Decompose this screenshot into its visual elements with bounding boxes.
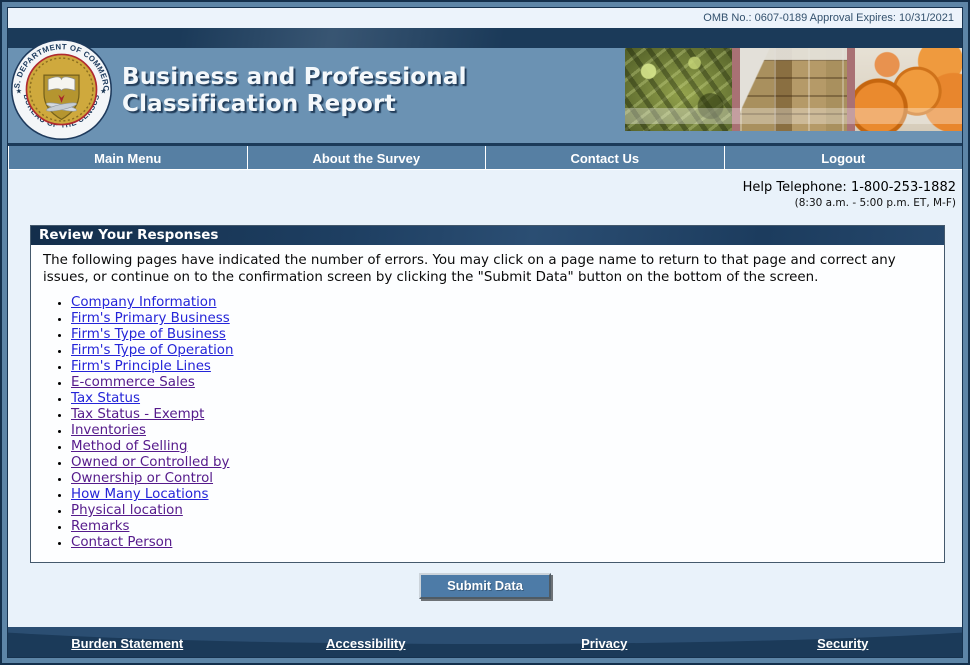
nav-item-logout[interactable]: Logout bbox=[724, 146, 963, 169]
footer-link-burden-statement[interactable]: Burden Statement bbox=[71, 636, 183, 651]
list-item: Tax Status - Exempt bbox=[71, 407, 934, 423]
list-item: Owned or Controlled by bbox=[71, 455, 934, 471]
link-how-many-locations[interactable]: How Many Locations bbox=[71, 487, 209, 502]
link-method-of-selling[interactable]: Method of Selling bbox=[71, 439, 188, 454]
list-item: Company Information bbox=[71, 295, 934, 311]
help-telephone: Help Telephone: 1-800-253-1882 (8:30 a.m… bbox=[8, 179, 956, 210]
svg-text:★: ★ bbox=[16, 87, 22, 96]
link-e-commerce-sales[interactable]: E-commerce Sales bbox=[71, 375, 195, 390]
footer-link-security[interactable]: Security bbox=[817, 636, 868, 651]
link-tax-status-exempt[interactable]: Tax Status - Exempt bbox=[71, 407, 204, 422]
link-company-information[interactable]: Company Information bbox=[71, 295, 216, 310]
omb-approval-text: OMB No.: 0607-0189 Approval Expires: 10/… bbox=[8, 8, 962, 28]
nav-item-label[interactable]: Logout bbox=[821, 151, 865, 166]
footer: Burden Statement Accessibility Privacy S… bbox=[8, 627, 962, 657]
list-item: How Many Locations bbox=[71, 487, 934, 503]
review-responses-panel: Review Your Responses The following page… bbox=[30, 225, 945, 563]
link-firms-type-of-business[interactable]: Firm's Type of Business bbox=[71, 327, 226, 342]
nav-item-label[interactable]: About the Survey bbox=[312, 151, 420, 166]
nav-item-about-the-survey[interactable]: About the Survey bbox=[247, 146, 486, 169]
list-item: Inventories bbox=[71, 423, 934, 439]
list-item: Remarks bbox=[71, 519, 934, 535]
submit-row: Submit Data bbox=[8, 573, 962, 599]
link-contact-person[interactable]: Contact Person bbox=[71, 535, 172, 550]
page: OMB No.: 0607-0189 Approval Expires: 10/… bbox=[0, 0, 970, 665]
link-owned-or-controlled-by[interactable]: Owned or Controlled by bbox=[71, 455, 229, 470]
footer-link-privacy[interactable]: Privacy bbox=[581, 636, 627, 651]
help-telephone-hours: (8:30 a.m. - 5:00 p.m. ET, M-F) bbox=[8, 196, 956, 210]
header-banner: U.S. DEPARTMENT OF COMMERCE BUREAU OF TH… bbox=[8, 48, 962, 143]
main-navigation: Main Menu About the Survey Contact Us Lo… bbox=[8, 146, 962, 170]
instructions-text: The following pages have indicated the n… bbox=[43, 253, 934, 286]
list-item: Method of Selling bbox=[71, 439, 934, 455]
nav-item-main-menu[interactable]: Main Menu bbox=[8, 146, 247, 169]
error-page-list: Company Information Firm's Primary Busin… bbox=[43, 295, 934, 551]
nav-item-contact-us[interactable]: Contact Us bbox=[485, 146, 724, 169]
content-area: Help Telephone: 1-800-253-1882 (8:30 a.m… bbox=[8, 170, 962, 627]
panel-title: Review Your Responses bbox=[31, 226, 944, 245]
list-item: Firm's Type of Operation bbox=[71, 343, 934, 359]
list-item: Firm's Principle Lines bbox=[71, 359, 934, 375]
panel-body: The following pages have indicated the n… bbox=[31, 245, 944, 562]
list-item: Tax Status bbox=[71, 391, 934, 407]
link-firms-type-of-operation[interactable]: Firm's Type of Operation bbox=[71, 343, 234, 358]
list-item: Physical location bbox=[71, 503, 934, 519]
link-ownership-or-control[interactable]: Ownership or Control bbox=[71, 471, 213, 486]
submit-data-button[interactable]: Submit Data bbox=[419, 573, 551, 599]
link-physical-location[interactable]: Physical location bbox=[71, 503, 183, 518]
footer-link-accessibility[interactable]: Accessibility bbox=[326, 636, 406, 651]
list-item: Ownership or Control bbox=[71, 471, 934, 487]
list-item: Firm's Type of Business bbox=[71, 327, 934, 343]
list-item: Firm's Primary Business bbox=[71, 311, 934, 327]
list-item: E-commerce Sales bbox=[71, 375, 934, 391]
link-firms-primary-business[interactable]: Firm's Primary Business bbox=[71, 311, 230, 326]
link-tax-status[interactable]: Tax Status bbox=[71, 391, 140, 406]
nav-item-label[interactable]: Main Menu bbox=[94, 151, 161, 166]
link-inventories[interactable]: Inventories bbox=[71, 423, 146, 438]
header-navy-band bbox=[8, 28, 962, 48]
svg-text:★: ★ bbox=[100, 87, 106, 96]
page-inner-frame: OMB No.: 0607-0189 Approval Expires: 10/… bbox=[7, 7, 963, 658]
link-firms-principle-lines[interactable]: Firm's Principle Lines bbox=[71, 359, 211, 374]
nav-item-label[interactable]: Contact Us bbox=[570, 151, 639, 166]
link-remarks[interactable]: Remarks bbox=[71, 519, 129, 534]
list-item: Contact Person bbox=[71, 535, 934, 551]
photo-overlay-band bbox=[625, 108, 962, 124]
help-telephone-number: Help Telephone: 1-800-253-1882 bbox=[8, 179, 956, 196]
census-bureau-seal-icon: U.S. DEPARTMENT OF COMMERCE BUREAU OF TH… bbox=[10, 38, 113, 141]
